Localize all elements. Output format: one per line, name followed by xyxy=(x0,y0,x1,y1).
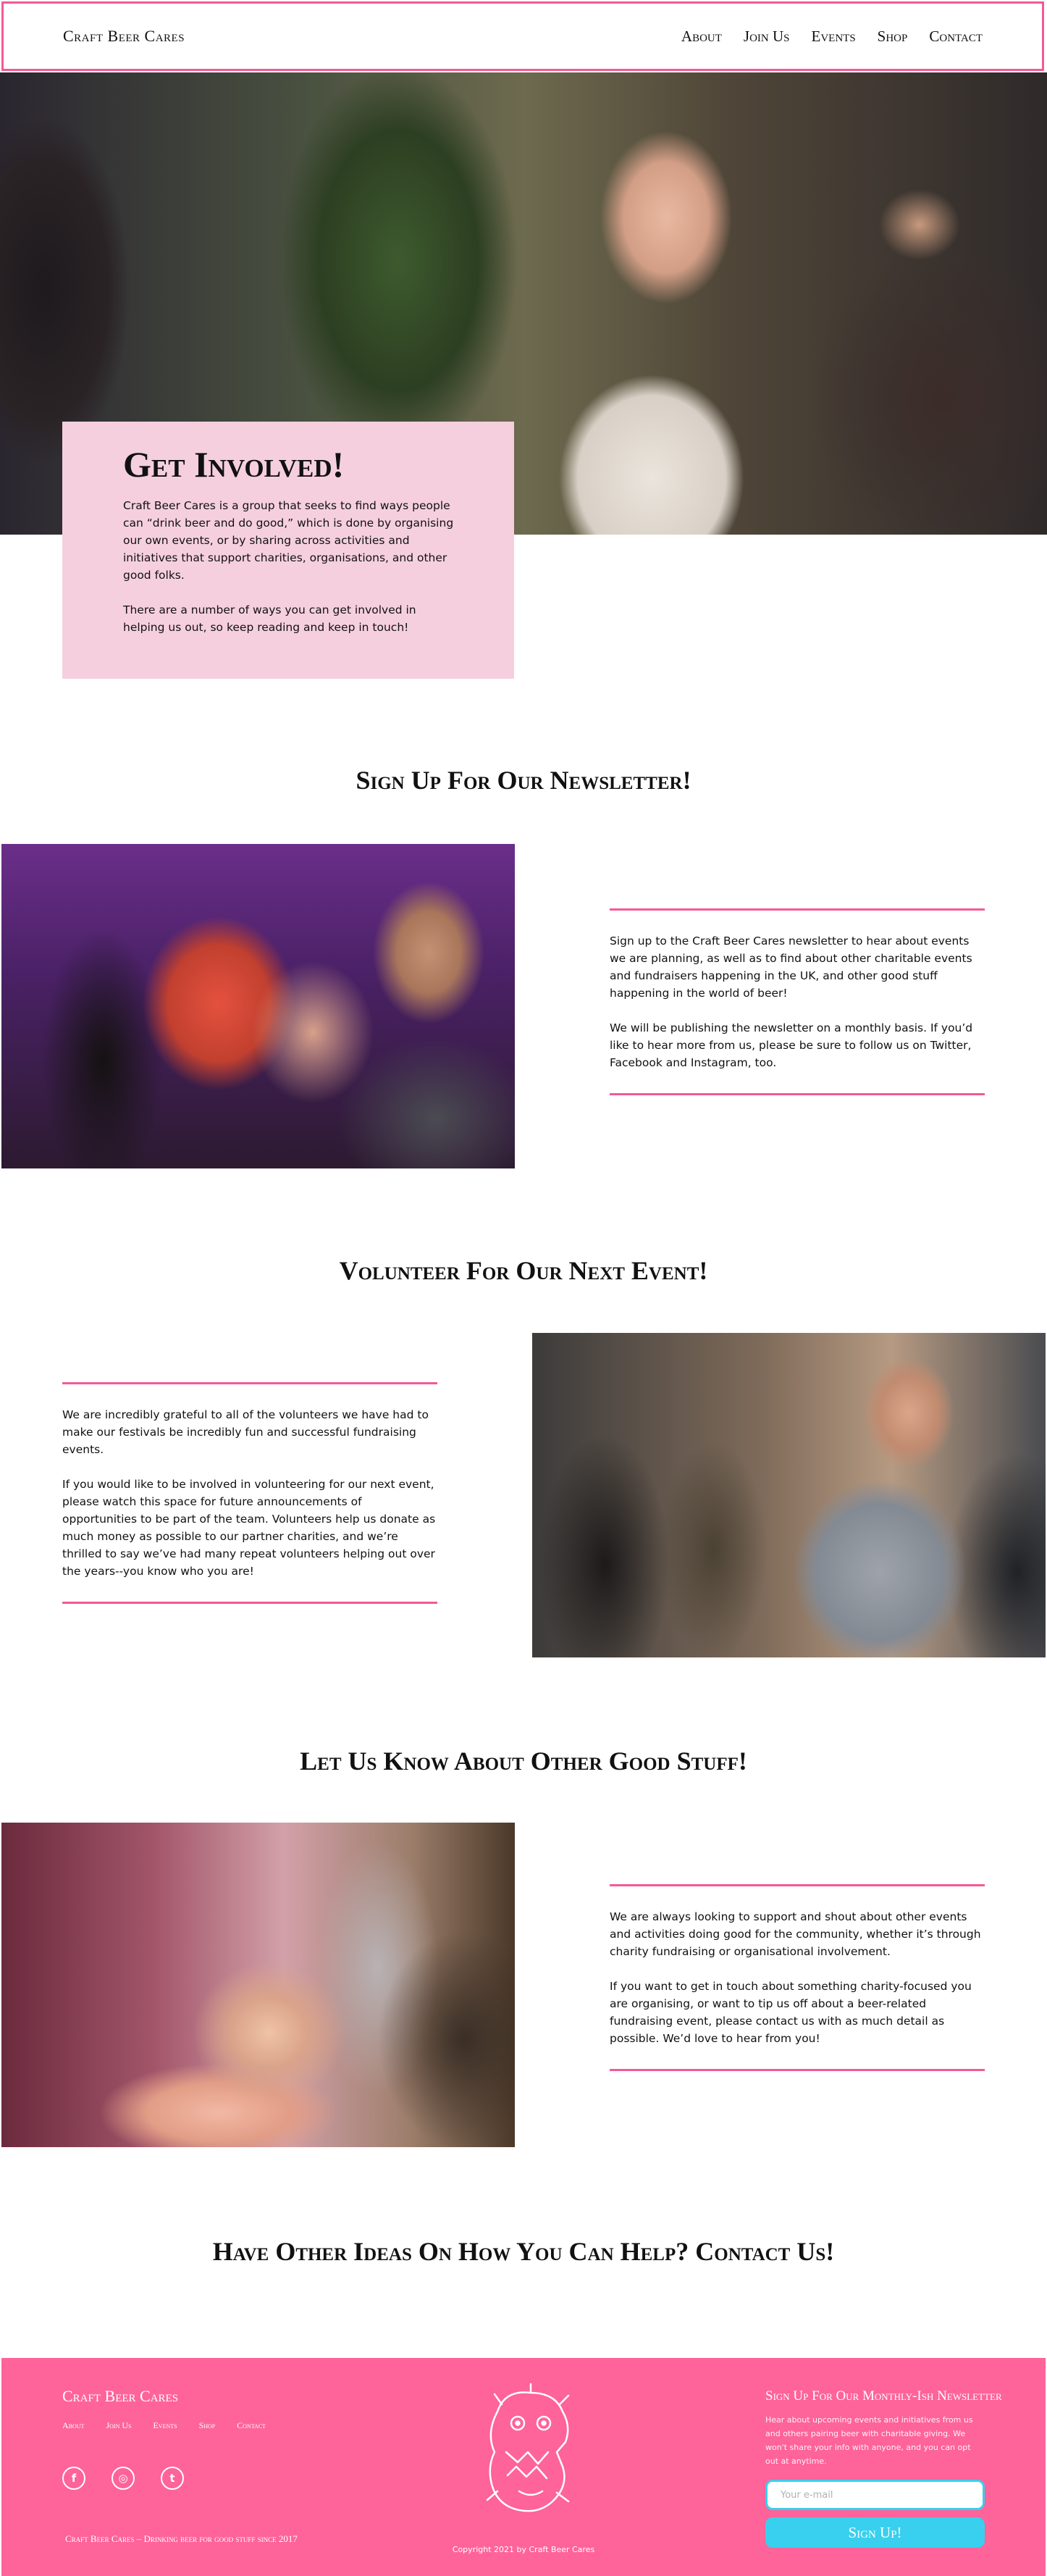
footer-newsletter-title: Sign Up For Our Monthly-Ish Newsletter xyxy=(765,2388,1002,2404)
footer-tagline: Craft Beer Cares – Drinking beer for goo… xyxy=(65,2533,298,2544)
hero-card: Get Involved! Craft Beer Cares is a grou… xyxy=(62,422,514,679)
volunteer-text: We are incredibly grateful to all of the… xyxy=(62,1382,437,1604)
nav-contact[interactable]: Contact xyxy=(929,28,983,46)
footer-nav-events[interactable]: Events xyxy=(153,2420,177,2431)
footer-nav-about[interactable]: About xyxy=(62,2420,84,2431)
footer-nav-shop[interactable]: Shop xyxy=(199,2420,216,2431)
nav-about[interactable]: About xyxy=(681,28,722,46)
facebook-icon[interactable]: f xyxy=(62,2467,85,2490)
mascot-logo-icon xyxy=(486,2383,570,2512)
footer-newsletter-description: Hear about upcoming events and initiativ… xyxy=(765,2415,973,2466)
good-stuff-text: We are always looking to support and sho… xyxy=(610,1884,985,2071)
newsletter-paragraph: Sign up to the Craft Beer Cares newslett… xyxy=(610,934,972,1000)
hero-paragraph: There are a number of ways you can get i… xyxy=(123,603,416,634)
social-links: f ◎ t xyxy=(62,2467,184,2490)
footer-nav: About Join Us Events Shop Contact xyxy=(62,2420,266,2431)
good-stuff-photo xyxy=(1,1823,515,2147)
newsletter-paragraph: We will be publishing the newsletter on … xyxy=(610,1021,973,1069)
page: Craft Beer Cares About Join Us Events Sh… xyxy=(0,0,1047,2576)
instagram-icon[interactable]: ◎ xyxy=(112,2467,135,2490)
newsletter-title: Sign Up For Our Newsletter! xyxy=(356,766,691,795)
volunteer-photo xyxy=(532,1333,1046,1657)
sign-up-button[interactable]: Sign Up! xyxy=(765,2517,985,2548)
footer-nav-contact[interactable]: Contact xyxy=(237,2420,266,2431)
nav-join-us[interactable]: Join Us xyxy=(744,28,790,46)
contact-cta-title[interactable]: Have Other Ideas On How You Can Help? Co… xyxy=(0,2236,1047,2267)
volunteer-paragraph: If you would like to be involved in volu… xyxy=(62,1478,436,1578)
hero-paragraph: Craft Beer Cares is a group that seeks t… xyxy=(123,499,454,582)
nav-shop[interactable]: Shop xyxy=(878,28,908,46)
nav-events[interactable]: Events xyxy=(812,28,856,46)
footer-nav-join-us[interactable]: Join Us xyxy=(106,2420,131,2431)
good-stuff-paragraph: We are always looking to support and sho… xyxy=(610,1910,981,1958)
twitter-icon[interactable]: t xyxy=(161,2467,184,2490)
good-stuff-paragraph: If you want to get in touch about someth… xyxy=(610,1980,972,2045)
good-stuff-title: Let Us Know About Other Good Stuff! xyxy=(300,1747,747,1776)
site-logo[interactable]: Craft Beer Cares xyxy=(63,27,185,46)
site-footer: Craft Beer Cares About Join Us Events Sh… xyxy=(1,2358,1046,2576)
email-field[interactable] xyxy=(765,2480,985,2510)
volunteer-paragraph: We are incredibly grateful to all of the… xyxy=(62,1408,429,1456)
volunteer-title: Volunteer For Our Next Event! xyxy=(339,1256,708,1285)
newsletter-photo xyxy=(1,844,515,1168)
main-nav: About Join Us Events Shop Contact xyxy=(681,28,983,46)
newsletter-text: Sign up to the Craft Beer Cares newslett… xyxy=(610,908,985,1095)
site-header: Craft Beer Cares About Join Us Events Sh… xyxy=(1,1,1044,71)
footer-brand[interactable]: Craft Beer Cares xyxy=(62,2387,178,2406)
hero-title: Get Involved! xyxy=(123,444,345,485)
